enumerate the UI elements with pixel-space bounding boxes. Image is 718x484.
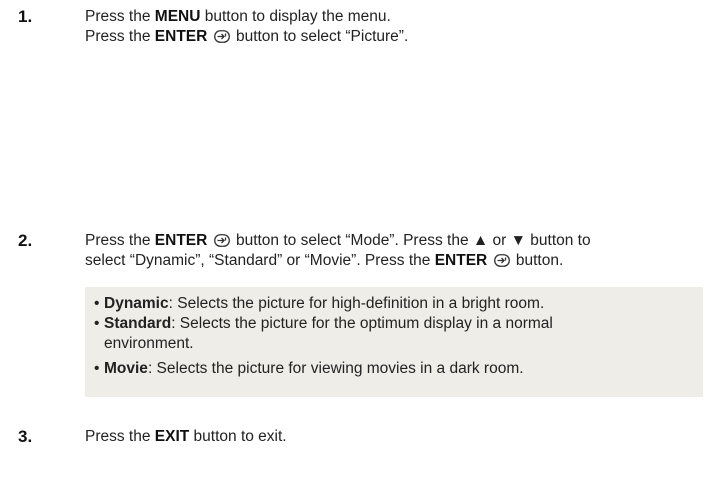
bullet: • [94, 315, 100, 332]
step-2-line-2: select “Dynamic”, “Standard” or “Movie”.… [85, 252, 564, 269]
step-1-line-2: Press the ENTER button to select “Pictur… [85, 28, 409, 45]
bullet: • [94, 360, 100, 377]
enter-key-label: ENTER [154, 28, 208, 45]
mode-notes-box: • Dynamic: Selects the picture for high-d… [85, 287, 703, 397]
enter-icon [213, 30, 230, 43]
mode-name: Standard [104, 315, 172, 332]
step-2-line-1: Press the ENTER button to select “Mode”.… [85, 232, 591, 249]
enter-key-label: ENTER [154, 232, 208, 249]
mode-item-standard: • Standard: Selects the picture for the o… [94, 314, 703, 354]
mode-name: Dynamic [104, 295, 169, 312]
down-arrow-icon: ▼ [510, 232, 526, 249]
mode-description: : Selects the picture for the optimum di… [171, 315, 553, 332]
bullet: • [94, 295, 100, 312]
mode-item-dynamic: • Dynamic: Selects the picture for high-d… [94, 294, 703, 314]
step-number: 2. [18, 231, 33, 250]
mode-description: : Selects the picture for high-definitio… [168, 295, 545, 312]
enter-key-label: ENTER [434, 252, 488, 269]
enter-icon [493, 254, 510, 267]
step-number: 3. [18, 427, 33, 446]
enter-icon [213, 234, 230, 247]
exit-key-label: EXIT [154, 428, 190, 445]
mode-description-cont: environment. [104, 335, 194, 352]
step-number: 1. [18, 7, 33, 26]
mode-item-movie: • Movie: Selects the picture for viewing … [94, 359, 703, 379]
menu-key-label: MENU [154, 8, 201, 25]
mode-description: : Selects the picture for viewing movies… [147, 360, 524, 377]
up-arrow-icon: ▲ [472, 232, 489, 249]
mode-name: Movie [104, 360, 148, 377]
step-3-line-1: Press the EXIT button to exit. [85, 428, 287, 445]
step-1-line-1: Press the MENU button to display the men… [85, 8, 391, 25]
mode-list: • Dynamic: Selects the picture for high-d… [85, 287, 703, 379]
